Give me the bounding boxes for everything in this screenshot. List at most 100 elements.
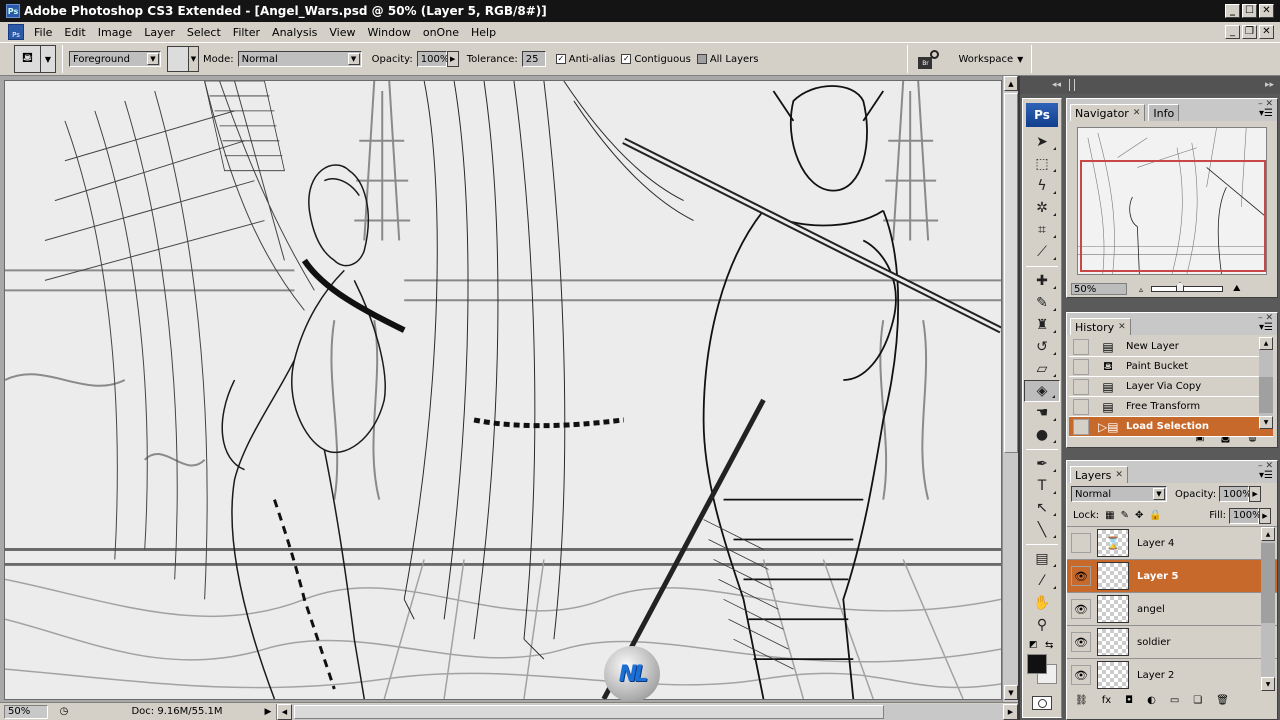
workspace-menu[interactable]: Workspace ▼ <box>958 54 1023 65</box>
doc-restore-button[interactable]: ❐ <box>1242 25 1257 39</box>
tolerance-input[interactable]: 25 <box>521 51 546 67</box>
quick-mask-button[interactable] <box>1032 696 1052 710</box>
lock-image-icon[interactable]: ✎ <box>1121 510 1129 521</box>
horizontal-scroll-thumb[interactable] <box>294 704 884 719</box>
pattern-dropdown-icon[interactable]: ▼ <box>189 46 199 72</box>
history-snapshot-checkbox[interactable] <box>1073 338 1089 355</box>
scroll-up-button[interactable]: ▲ <box>1004 76 1018 91</box>
panel-menu-icon[interactable]: ▾☰ <box>1259 470 1273 481</box>
lasso-tool-icon[interactable]: ϟ <box>1024 175 1060 197</box>
close-tab-icon[interactable]: ✕ <box>1133 108 1141 118</box>
menu-analysis[interactable]: Analysis <box>266 26 323 39</box>
healing-brush-tool-icon[interactable]: ✚ <box>1024 270 1060 292</box>
close-tab-icon[interactable]: ✕ <box>1115 470 1123 480</box>
menu-layer[interactable]: Layer <box>138 26 181 39</box>
bridge-button[interactable]: Br <box>918 49 940 69</box>
eye-icon[interactable]: 👁 <box>1071 599 1091 619</box>
notes-tool-icon[interactable]: ▤ <box>1024 548 1060 570</box>
scroll-up-button[interactable]: ▲ <box>1261 527 1275 541</box>
brush-tool-icon[interactable]: ✎ <box>1024 292 1060 314</box>
close-tab-icon[interactable]: ✕ <box>1118 322 1126 332</box>
hand-tool-icon[interactable]: ✋ <box>1024 592 1060 614</box>
scroll-down-button[interactable]: ▼ <box>1261 677 1275 691</box>
navigator-preview[interactable] <box>1077 127 1267 275</box>
scroll-down-button[interactable]: ▼ <box>1259 416 1273 429</box>
slice-tool-icon[interactable]: ⟋ <box>1024 241 1060 263</box>
history-item[interactable]: ▤ New Layer <box>1069 337 1273 357</box>
fill-source-select[interactable]: Foreground ▼ <box>69 51 161 67</box>
pen-tool-icon[interactable]: ✒ <box>1024 453 1060 475</box>
dock-grip-handle[interactable] <box>1069 79 1076 91</box>
expand-right-icon[interactable]: ▸▸ <box>1265 80 1274 90</box>
slider-knob[interactable] <box>1176 282 1185 292</box>
panel-menu-icon[interactable]: ▾☰ <box>1259 322 1273 333</box>
tab-info[interactable]: Info <box>1148 104 1180 121</box>
layer-row[interactable]: 👁 angel <box>1067 593 1277 626</box>
paint-bucket-tool-icon[interactable]: ◈ <box>1024 380 1060 402</box>
ps-logo[interactable]: Ps <box>1026 103 1058 127</box>
lock-position-icon[interactable]: ✥ <box>1135 510 1143 521</box>
horizontal-scrollbar[interactable]: ◀ ▶ <box>276 703 1018 720</box>
new-group-icon[interactable]: ▭ <box>1170 695 1179 706</box>
lock-transparency-icon[interactable]: ▦ <box>1105 510 1114 521</box>
contiguous-checkbox[interactable]: ✓ Contiguous <box>621 54 691 65</box>
move-tool-icon[interactable]: ➤ <box>1024 131 1060 153</box>
zoom-out-icon[interactable]: ▵ <box>1139 285 1143 294</box>
zoom-in-icon[interactable]: ⛰ <box>1233 284 1241 294</box>
crop-tool-icon[interactable]: ⌗ <box>1024 219 1060 241</box>
adjustment-layer-icon[interactable]: ◐ <box>1147 695 1156 706</box>
eye-icon[interactable]: 👁 <box>1071 566 1091 586</box>
anti-alias-checkbox[interactable]: ✓ Anti-alias <box>555 54 615 65</box>
tab-navigator[interactable]: Navigator ✕ <box>1070 104 1146 121</box>
timing-icon[interactable]: ◷ <box>56 705 72 719</box>
menu-window[interactable]: Window <box>361 26 416 39</box>
foreground-color-swatch[interactable] <box>1027 654 1047 674</box>
all-layers-checkbox[interactable]: All Layers <box>696 54 758 65</box>
blend-mode-select[interactable]: Normal ▼ <box>1071 486 1167 502</box>
history-item[interactable]: ⛾ Paint Bucket <box>1069 357 1273 377</box>
history-scrollbar[interactable]: ▲ ▼ <box>1259 337 1273 429</box>
scroll-left-button[interactable]: ◀ <box>277 703 292 720</box>
tab-layers[interactable]: Layers ✕ <box>1070 466 1128 483</box>
history-snapshot-checkbox[interactable] <box>1073 378 1089 395</box>
scroll-thumb[interactable] <box>1259 377 1273 413</box>
maximize-button[interactable]: ☐ <box>1242 4 1257 18</box>
eye-icon[interactable]: 👁 <box>1071 665 1091 685</box>
vertical-scroll-thumb[interactable] <box>1004 93 1018 453</box>
history-snapshot-checkbox[interactable] <box>1073 418 1089 435</box>
minimize-button[interactable]: _ <box>1225 4 1240 18</box>
fill-input[interactable]: 100% <box>1229 507 1262 524</box>
magic-wand-tool-icon[interactable]: ✲ <box>1024 197 1060 219</box>
layer-opacity-slider-button[interactable]: ▶ <box>1249 486 1262 502</box>
new-layer-icon[interactable]: ❏ <box>1193 695 1202 706</box>
layer-row[interactable]: 👁 soldier <box>1067 626 1277 659</box>
path-selection-tool-icon[interactable]: ↖ <box>1024 497 1060 519</box>
opacity-input[interactable]: 100% <box>416 51 449 67</box>
layer-row-selected[interactable]: 👁 Layer 5 <box>1067 560 1277 593</box>
menu-file[interactable]: File <box>28 26 58 39</box>
history-snapshot-checkbox[interactable] <box>1073 398 1089 415</box>
eye-icon[interactable]: 👁 <box>1071 632 1091 652</box>
lock-all-icon[interactable]: 🔒 <box>1149 510 1161 521</box>
swap-colors-icon[interactable]: ⇆ <box>1045 640 1053 651</box>
blur-tool-icon[interactable]: ● <box>1024 424 1060 446</box>
navigator-zoom-slider[interactable] <box>1151 282 1224 292</box>
default-colors-icon[interactable]: ◩ <box>1029 640 1038 650</box>
line-tool-icon[interactable]: ╲ <box>1024 519 1060 541</box>
menu-edit[interactable]: Edit <box>58 26 91 39</box>
opacity-slider-button[interactable]: ▶ <box>446 51 459 67</box>
menu-image[interactable]: Image <box>92 26 138 39</box>
layer-style-fx-icon[interactable]: fx <box>1102 695 1111 706</box>
history-snapshot-checkbox[interactable] <box>1073 358 1089 375</box>
clone-stamp-tool-icon[interactable]: ♜ <box>1024 314 1060 336</box>
dodge-tool-icon[interactable]: ☚ <box>1024 402 1060 424</box>
collapse-left-icon[interactable]: ◂◂ <box>1052 80 1061 90</box>
doc-close-button[interactable]: ✕ <box>1259 25 1274 39</box>
mode-select[interactable]: Normal ▼ <box>237 51 362 67</box>
link-layers-icon[interactable]: ⛓ <box>1075 695 1088 706</box>
menu-help[interactable]: Help <box>465 26 502 39</box>
layer-row[interactable]: 👁 Layer 2 <box>1067 659 1277 691</box>
image-canvas[interactable] <box>4 80 1002 700</box>
scroll-right-button[interactable]: ▶ <box>1003 703 1018 720</box>
pattern-picker[interactable] <box>167 46 189 72</box>
